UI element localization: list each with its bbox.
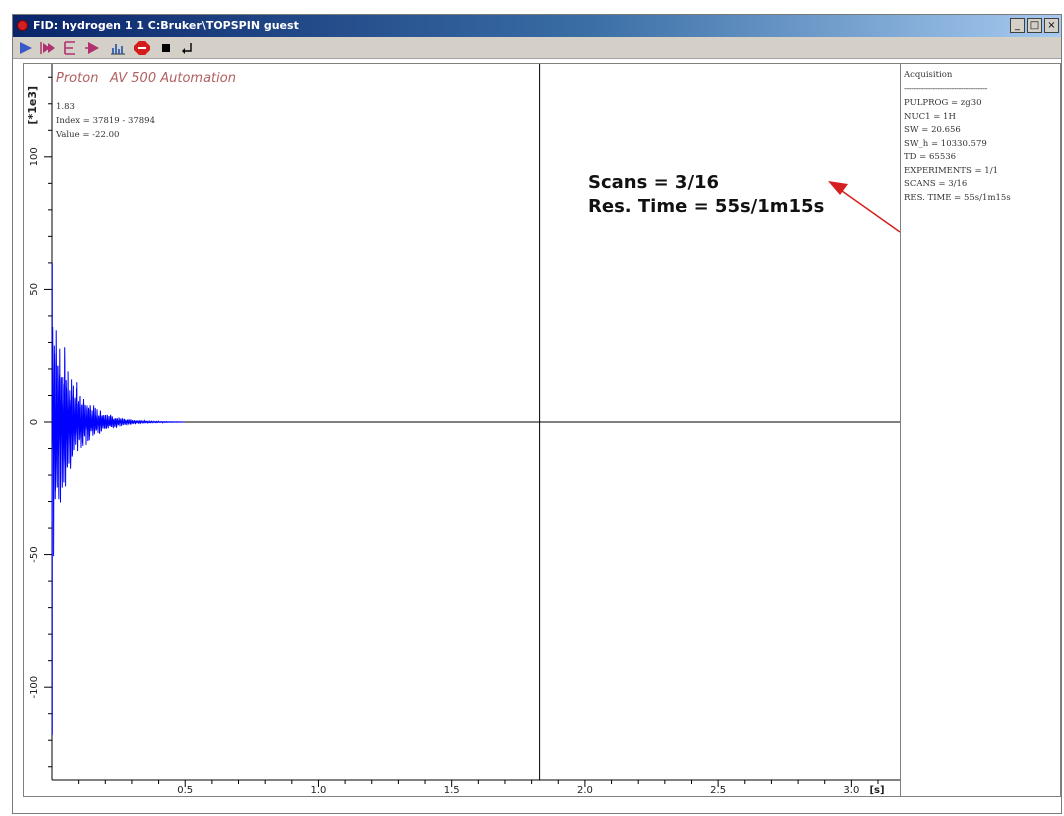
acquisition-heading: Acquisition (904, 70, 953, 80)
y-tick-label: 0 (29, 419, 40, 425)
acquisition-param: EXPERIMENTS = 1/1 (904, 165, 998, 176)
x-tick-label: 2.5 (710, 785, 726, 796)
stop-sign-icon[interactable] (133, 40, 151, 56)
acquisition-param-list: PULPROG = zg30 NUC1 = 1H SW = 20.656 SW_h =… (904, 97, 1057, 205)
x-ticks: 0.5 1.0 1.5 2.0 2.5 3.0 (78, 780, 879, 796)
fid-window: FID: hydrogen 1 1 C:Bruker\TOPSPIN guest… (12, 14, 1062, 814)
minimize-button[interactable]: _ (1010, 18, 1025, 33)
toolbar (13, 37, 1061, 59)
app-icon (17, 20, 28, 31)
experiment-title: Proton (56, 71, 98, 86)
y-ticks: 100 50 0 -50 -100 (29, 76, 52, 768)
play-alt-icon[interactable] (83, 40, 101, 56)
spectrometer-title: AV 500 Automation (109, 71, 236, 86)
x-tick-label: 1.5 (444, 785, 460, 796)
close-button[interactable]: × (1044, 18, 1059, 33)
annotation-arrow (841, 190, 900, 233)
x-tick-label: 0.5 (177, 785, 193, 796)
window-controls: _ □ × (1010, 18, 1059, 33)
bracket-icon[interactable] (61, 40, 79, 56)
return-icon[interactable] (179, 40, 197, 56)
x-tick-label: 2.0 (577, 785, 593, 796)
play-multi-icon[interactable] (39, 40, 57, 56)
title-bar[interactable]: FID: hydrogen 1 1 C:Bruker\TOPSPIN guest… (13, 15, 1061, 37)
y-tick-label: 100 (29, 147, 40, 166)
peaks-icon[interactable] (109, 40, 127, 56)
y-tick-label: -100 (29, 676, 40, 699)
cursor-value: Value = -22.00 (55, 130, 119, 140)
acquisition-param: TD = 65536 (904, 152, 957, 162)
x-axis-unit: [s] (869, 785, 884, 796)
acquisition-param: SW_h = 10330.579 (904, 138, 987, 149)
y-tick-label: 50 (29, 283, 40, 296)
plot-canvas: 100500-50-100 0.5 1.0 1.5 2.0 2.5 3.0 [*1e3] … (26, 64, 900, 796)
acquisition-panel: Acquisition ----------------------------… (901, 63, 1061, 797)
x-tick-label: 3.0 (843, 785, 859, 796)
annotation-res-time: Res. Time = 55s/1m15s (588, 196, 824, 217)
y-tick-label: -50 (29, 546, 40, 562)
window-title: FID: hydrogen 1 1 C:Bruker\TOPSPIN guest (33, 19, 299, 32)
x-tick-label: 1.0 (311, 785, 327, 796)
annotation-scans: Scans = 3/16 (588, 172, 719, 193)
cursor-index: Index = 37819 - 37894 (56, 116, 155, 126)
maximize-button[interactable]: □ (1027, 18, 1042, 33)
fid-signal (51, 262, 185, 735)
acquisition-param: PULPROG = zg30 (904, 98, 982, 108)
acquisition-separator: ----------------------------------- (904, 84, 988, 94)
cursor-position: 1.83 (56, 102, 75, 112)
y-axis-unit: [*1e3] (26, 86, 39, 125)
acquisition-param: SCANS = 3/16 (904, 179, 968, 189)
acquisition-param: NUC1 = 1H (904, 111, 956, 122)
plot-area[interactable]: 100 50 0 -50 -100 0.5 1.0 1.5 2.0 2.5 3.0 [*1e3] … (23, 63, 901, 797)
play-icon[interactable] (17, 40, 35, 56)
acquisition-param: SW = 20.656 (904, 125, 961, 135)
stop-square-icon[interactable] (157, 40, 175, 56)
acquisition-param: RES. TIME = 55s/1m15s (904, 192, 1011, 203)
